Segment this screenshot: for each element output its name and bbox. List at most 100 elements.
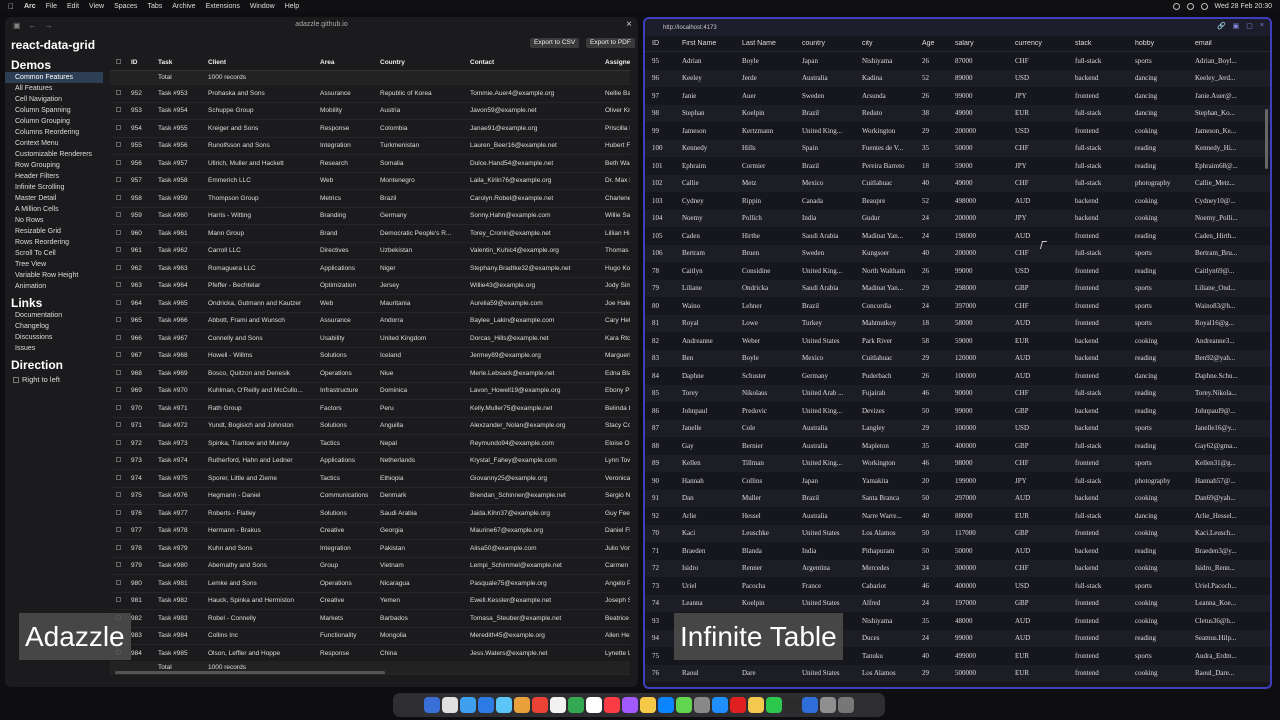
table-row[interactable]: 966 Task #967 Connelly and Sons Usability Un… [110,330,630,348]
checkbox[interactable] [116,562,121,568]
table-row[interactable]: 978 Task #979 Kuhn and Sons Integration Paki… [110,540,630,558]
table-row[interactable]: 86 Johnpaul Predovic United King... Devizes 5… [645,402,1270,420]
checkbox[interactable] [13,376,19,383]
sidebar-item-scroll-to-cell[interactable]: Scroll To Cell [5,248,103,259]
table-row[interactable]: 984 Task #985 Olson, Leffler and Hoppe Resp… [110,645,630,663]
checkbox[interactable] [116,404,121,410]
column-header-last-name[interactable]: Last Name [735,40,795,47]
row-select-cell[interactable] [110,194,128,202]
dock-app-icon[interactable] [478,697,494,713]
dock-app-icon[interactable] [766,697,782,713]
table-row[interactable]: 83 Ben Boyle Mexico Cuitlahuac 29 120000 AUD bac… [645,349,1270,367]
table-row[interactable]: 956 Task #957 Ullrich, Muller and Hackett R… [110,155,630,173]
table-row[interactable]: 972 Task #973 Spinka, Trantow and Murray Ta… [110,435,630,453]
sidebar-item-animation[interactable]: Animation [5,281,103,292]
row-select-cell[interactable] [110,229,128,237]
sidebar-item-rows-reordering[interactable]: Rows Reordering [5,237,103,248]
table-row[interactable]: 82 Andreanne Weber United States Park River 5… [645,332,1270,350]
column-header-country[interactable]: Country [377,59,467,66]
checkbox[interactable] [116,457,121,463]
column-header-first-name[interactable]: First Name [675,40,735,47]
table-row[interactable]: 72 Isidro Renner Argentina Mercedes 24 300000 C… [645,559,1270,577]
table-row[interactable]: 971 Task #972 Yundt, Bogisich and Johnston… [110,418,630,435]
table-row[interactable]: 95 Adrian Boyle Japan Nishiyama 26 87000 CHF ful… [645,52,1270,70]
column-header-currency[interactable]: currency [1008,40,1068,47]
row-select-cell[interactable] [110,544,128,552]
table-row[interactable]: 965 Task #966 Abbott, Frami and Wunsch Assu… [110,313,630,330]
export-csv-button[interactable]: Export to CSV [530,38,580,48]
close-icon[interactable]: × [626,19,632,30]
table-row[interactable]: 98 Stephan Koelpin Brazil Reduto 38 49000 EUR fu… [645,104,1270,122]
checkbox[interactable] [116,527,121,533]
column-header-email[interactable]: email [1188,40,1248,47]
table-row[interactable]: 78 Caitlyn Considine United King... North Wa… [645,262,1270,280]
row-select-cell[interactable] [110,369,128,377]
table-row[interactable]: 952 Task #953 Prohaska and Sons Assurance Re… [110,85,630,103]
menu-item-tabs[interactable]: Tabs [147,3,162,10]
table-row[interactable]: 974 Task #975 Sporer, Little and Zieme Tact… [110,470,630,488]
table-row[interactable]: 92 Arlie Hessel Australia Narre Warre... 40 88… [645,507,1270,525]
row-select-cell[interactable] [110,334,128,342]
dock-app-icon[interactable] [496,697,512,713]
row-select-cell[interactable] [110,107,128,114]
sidebar-item-all-features[interactable]: All Features [5,83,103,94]
column-header-id[interactable]: ID [128,59,155,66]
sidebar-item-row-grouping[interactable]: Row Grouping [5,160,103,171]
table-row[interactable]: 964 Task #965 Ondricka, Gutmann and Kautze… [110,295,630,313]
menu-item-extensions[interactable]: Extensions [206,3,240,10]
column-header-id[interactable]: ID [645,40,675,47]
menu-item-help[interactable]: Help [285,3,299,10]
table-row[interactable]: 969 Task #970 Kuhlman, O'Reilly and McCull… [110,383,630,400]
checkbox[interactable] [116,229,121,235]
column-header-city[interactable]: city [855,40,915,47]
address-bar[interactable]: http://localhost:4173 [663,25,717,31]
menu-item-spaces[interactable]: Spaces [114,3,137,10]
table-row[interactable]: 962 Task #963 Romaguera LLC Applications Nig… [110,260,630,278]
column-header-task[interactable]: Task [155,59,205,66]
sidebar-link-issues[interactable]: Issues [5,343,103,354]
checkbox[interactable] [116,509,121,515]
row-select-cell[interactable] [110,124,128,132]
dock-app-icon[interactable] [424,697,440,713]
dock-app-icon[interactable] [622,697,638,713]
dock-app-icon[interactable] [658,697,674,713]
dock-app-icon[interactable] [820,697,836,713]
row-select-cell[interactable] [110,422,128,429]
row-select-cell[interactable] [110,474,128,482]
link-icon[interactable]: 🔗 [1217,22,1226,30]
row-select-cell[interactable] [110,177,128,184]
dock-app-icon[interactable] [730,697,746,713]
vertical-scrollbar[interactable] [1265,109,1268,169]
menu-item-edit[interactable]: Edit [67,3,79,10]
checkbox[interactable] [116,194,121,200]
table-row[interactable]: 967 Task #968 Howell - Willms Solutions Icel… [110,348,630,365]
checkbox[interactable] [116,107,121,113]
checkbox[interactable] [116,334,121,340]
column-header-hobby[interactable]: hobby [1128,40,1188,47]
sidebar-item-common-features[interactable]: Common Features [5,72,103,83]
checkbox[interactable] [116,369,121,375]
row-select-cell[interactable] [110,439,128,447]
sidebar-item-context-menu[interactable]: Context Menu [5,138,103,149]
dock-app-icon[interactable] [838,697,854,713]
dock-app-icon[interactable] [460,697,476,713]
menu-item-arc[interactable]: Arc [24,3,36,10]
dock-app-icon[interactable] [442,697,458,713]
table-row[interactable]: 106 Bertram Bruen Sweden Kungsoer 40 200000 CHF… [645,244,1270,262]
table-row[interactable]: 957 Task #958 Emmerich LLC Web Montenegro Lai… [110,173,630,190]
column-header-assignee[interactable]: Assignee [602,59,630,66]
checkbox[interactable] [116,247,121,253]
checkbox[interactable] [116,474,121,480]
export-pdf-button[interactable]: Export to PDF [586,38,635,48]
checkbox[interactable] [116,422,121,428]
row-select-cell[interactable] [110,317,128,324]
sidebar-item-no-rows[interactable]: No Rows [5,215,103,226]
clock[interactable]: Wed 28 Feb 20:30 [1215,3,1272,10]
sidebar-item-column-grouping[interactable]: Column Grouping [5,116,103,127]
column-header-stack[interactable]: stack [1068,40,1128,47]
table-row[interactable]: 963 Task #964 Pfeffer - Bechtelar Optimizat… [110,278,630,295]
column-header-client[interactable]: Client [205,59,317,66]
table-row[interactable]: 954 Task #955 Kreiger and Sons Response Colo… [110,120,630,138]
row-select-cell[interactable] [110,492,128,499]
menu-item-view[interactable]: View [89,3,104,10]
